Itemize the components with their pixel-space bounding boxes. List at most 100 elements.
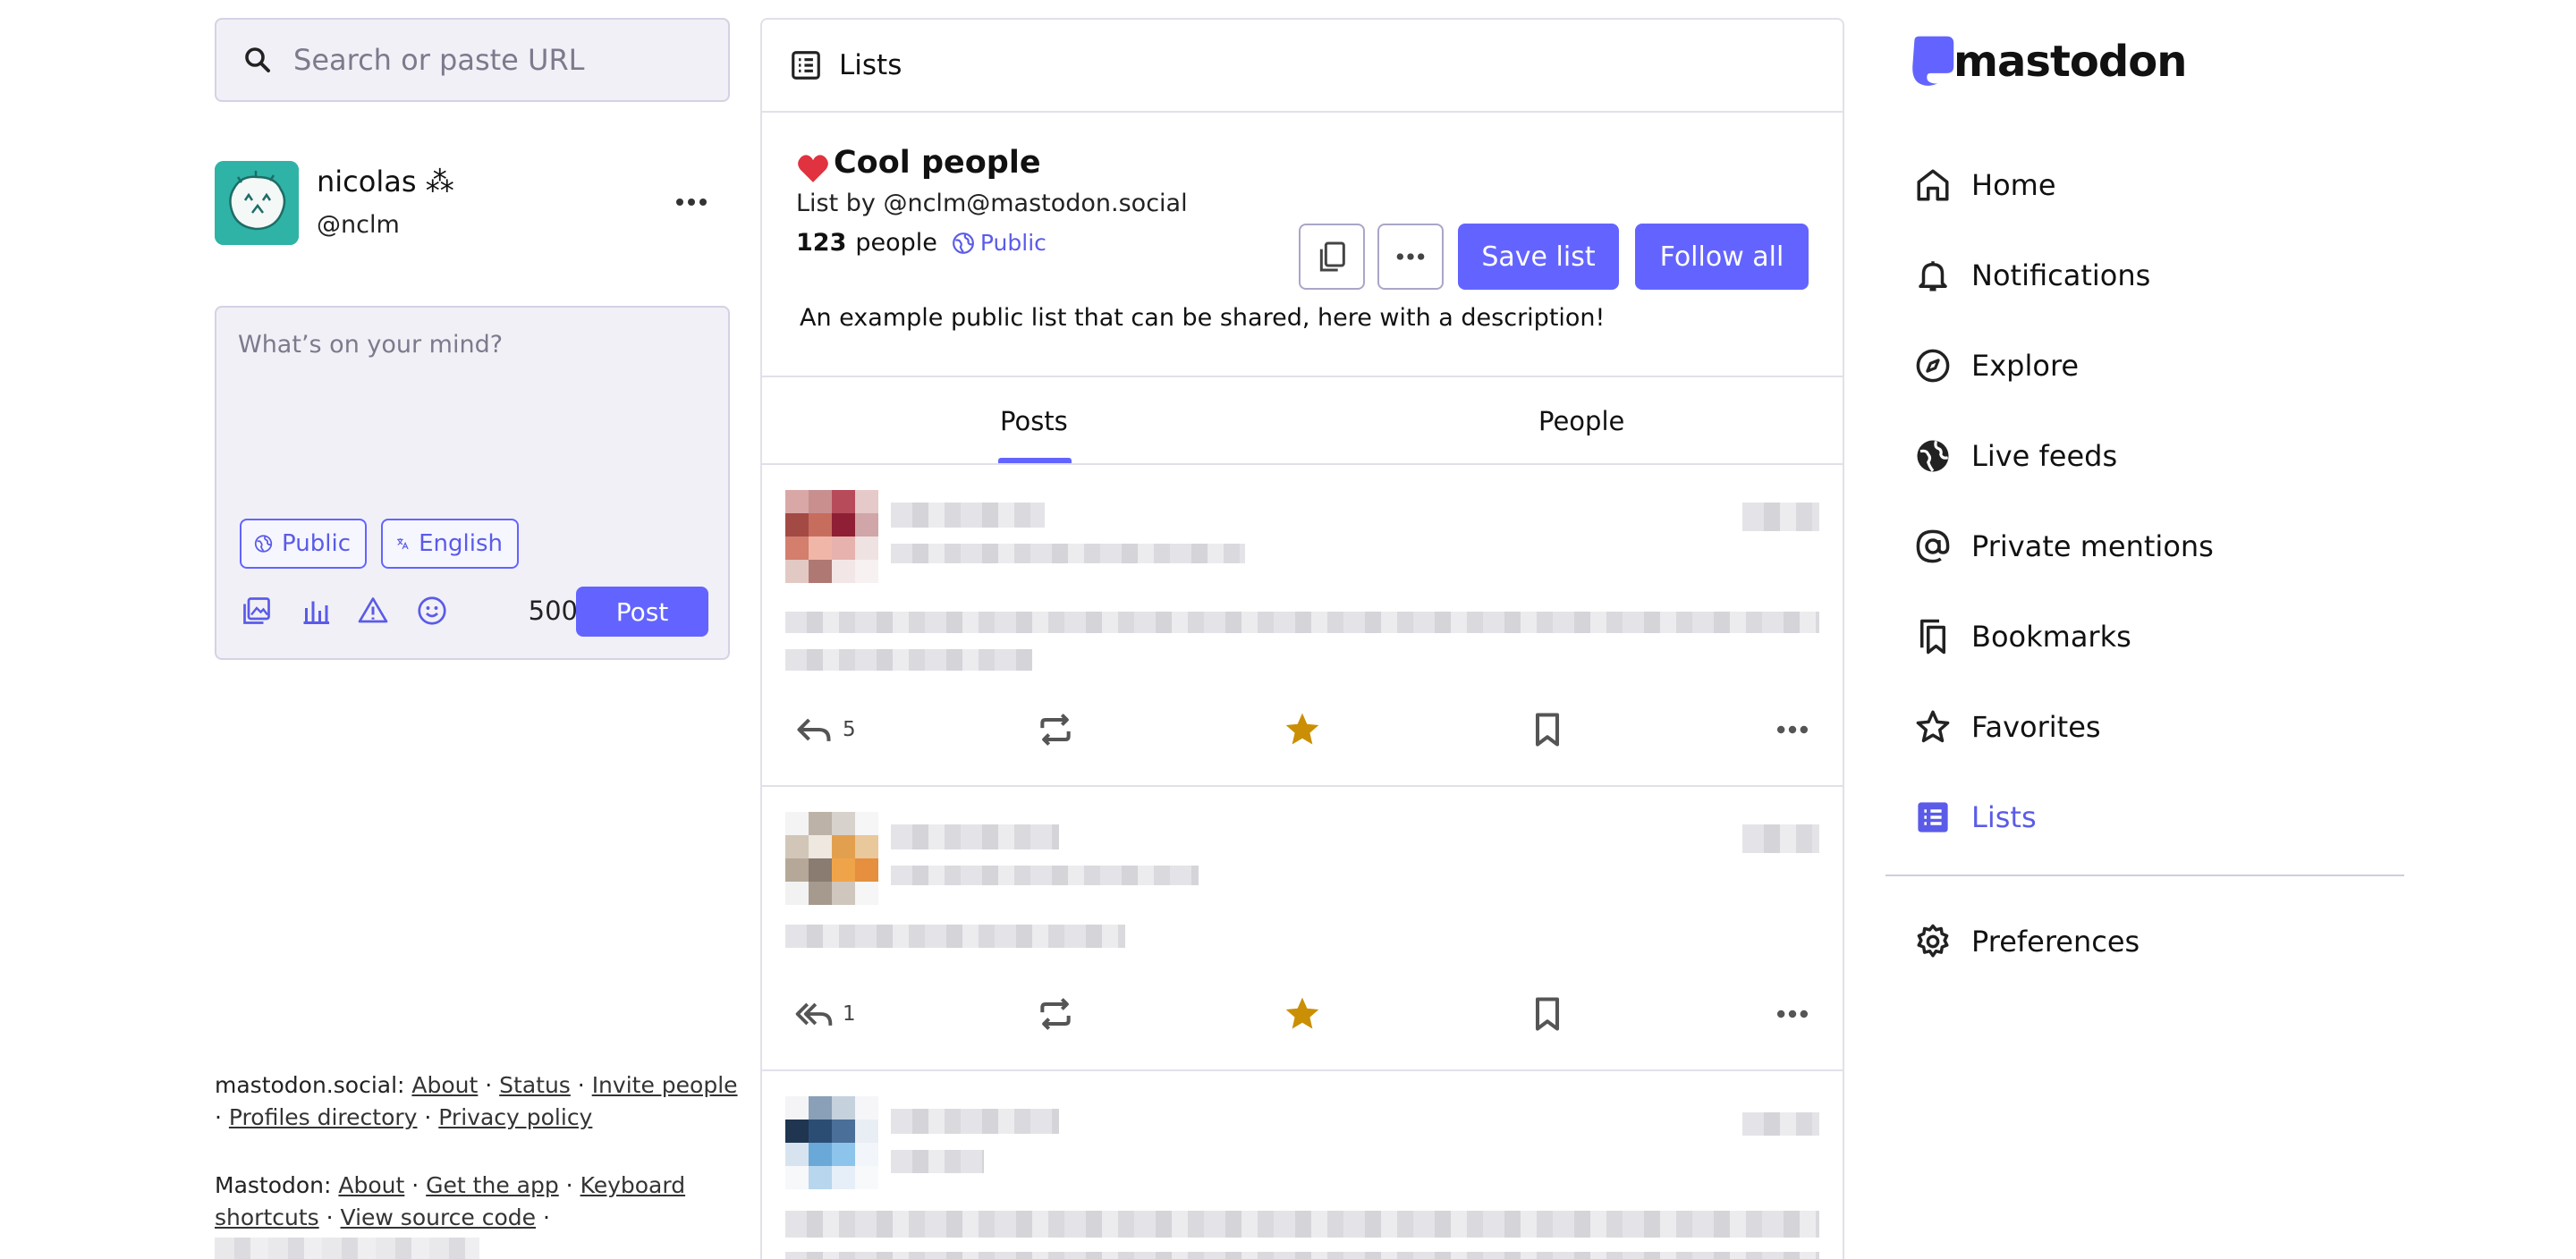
emoji-button[interactable] [413, 592, 451, 630]
redacted-post-text [785, 612, 1819, 633]
list-visibility-label: Public [979, 230, 1046, 256]
search-input[interactable] [293, 43, 705, 77]
member-count: 123 [796, 229, 847, 257]
post-more-button[interactable] [1773, 989, 1812, 1039]
redacted-timestamp [1742, 824, 1819, 853]
nav-item-bookmarks[interactable]: Bookmarks [1914, 591, 2397, 681]
gear-icon [1917, 924, 1949, 957]
server-about-link[interactable]: About [411, 1072, 478, 1098]
privacy-policy-link[interactable]: Privacy policy [438, 1104, 592, 1130]
nav-item-favorites[interactable]: Favorites [1914, 681, 2397, 772]
globe-icon [952, 232, 974, 254]
profiles-directory-link[interactable]: Profiles directory [229, 1104, 418, 1130]
server-name: mastodon.social [215, 1072, 398, 1098]
get-app-link[interactable]: Get the app [426, 1172, 559, 1198]
account-menu-button[interactable] [669, 184, 714, 220]
nav-item-private-mentions[interactable]: Private mentions [1914, 501, 2397, 591]
redacted-post-text [785, 1211, 1819, 1238]
boost-button[interactable] [1036, 989, 1075, 1039]
server-status-link[interactable]: Status [499, 1072, 571, 1098]
list-details: Cool people List by @nclm@mastodon.socia… [762, 113, 1843, 377]
account-handle[interactable]: @nclm [317, 211, 400, 239]
favorite-button[interactable] [1283, 705, 1322, 755]
bookmarks-icon [1920, 619, 1945, 654]
compose-textarea[interactable] [238, 331, 703, 465]
nav-item-preferences[interactable]: Preferences [1914, 896, 2140, 986]
account-display-name[interactable]: nicolas ⁂ [317, 165, 454, 199]
avatar[interactable] [215, 161, 299, 245]
add-poll-button[interactable] [297, 592, 335, 630]
content-warning-button[interactable] [354, 592, 392, 630]
list-meta: 123 people Public [796, 229, 1046, 257]
more-horizontal-icon [1776, 725, 1809, 734]
brand-name: mastodon [1953, 37, 2187, 87]
copy-link-button[interactable] [1299, 224, 1365, 290]
visibility-button[interactable]: Public [240, 519, 367, 569]
nav-label-notifications: Notifications [1971, 258, 2151, 292]
redacted-handle [891, 1150, 984, 1173]
tab-posts[interactable]: Posts [1000, 406, 1068, 436]
bookmark-button[interactable] [1528, 989, 1567, 1039]
avatar[interactable] [785, 1096, 878, 1189]
globe-icon [254, 535, 273, 553]
nav-label-preferences: Preferences [1971, 924, 2140, 959]
nav-item-home[interactable]: Home [1914, 139, 2397, 230]
search-box[interactable] [215, 18, 730, 102]
nav-item-explore[interactable]: Explore [1914, 320, 2397, 410]
at-sign-icon [1916, 529, 1950, 562]
main-navigation: Home Notifications Explore Live feeds Pr… [1914, 139, 2397, 862]
star-icon [1916, 710, 1950, 742]
bookmark-button[interactable] [1528, 705, 1567, 755]
copy-icon [1319, 241, 1345, 272]
favorite-button[interactable] [1283, 989, 1322, 1039]
nav-item-notifications[interactable]: Notifications [1914, 230, 2397, 320]
language-button[interactable]: English [381, 519, 519, 569]
nav-label-private-mentions: Private mentions [1971, 528, 2214, 563]
translate-icon [397, 537, 409, 550]
compose-form: Public English 500 Post [215, 306, 730, 660]
account-header: nicolas ⁂ @nclm [215, 161, 730, 247]
bookmark-icon [1535, 997, 1560, 1031]
follow-all-button[interactable]: Follow all [1635, 224, 1809, 290]
list-more-button[interactable] [1377, 224, 1444, 290]
redacted-version [215, 1238, 479, 1259]
redacted-timestamp [1742, 503, 1819, 531]
avatar[interactable] [785, 812, 878, 905]
list-title: Cool people [834, 145, 1041, 181]
list-icon [1918, 801, 1948, 832]
post-actions: 5 [762, 705, 1843, 758]
post-actions: 1 [762, 989, 1843, 1043]
globe-icon [1917, 440, 1949, 472]
nav-item-lists[interactable]: Lists [1914, 772, 2397, 862]
nav-label-live-feeds: Live feeds [1971, 438, 2118, 473]
post-item[interactable]: 5 [762, 465, 1843, 787]
reply-all-icon [795, 1002, 833, 1026]
mastodon-about-link[interactable]: About [338, 1172, 404, 1198]
reply-button[interactable]: 5 [794, 705, 856, 755]
save-list-button[interactable]: Save list [1458, 224, 1619, 290]
mastodon-logo[interactable]: mastodon [1905, 34, 2187, 89]
invite-people-link[interactable]: Invite people [592, 1072, 738, 1098]
post-button[interactable]: Post [576, 587, 708, 637]
bookmark-icon [1535, 713, 1560, 747]
post-more-button[interactable] [1773, 705, 1812, 755]
bell-icon [1919, 260, 1947, 291]
tab-people[interactable]: People [1538, 406, 1624, 436]
add-media-button[interactable] [238, 592, 275, 630]
visibility-label: Public [282, 530, 351, 557]
reply-all-button[interactable]: 1 [794, 989, 856, 1039]
nav-label-bookmarks: Bookmarks [1971, 619, 2131, 654]
list-tabs: Posts People [762, 377, 1843, 465]
nav-item-live-feeds[interactable]: Live feeds [1914, 410, 2397, 501]
list-byline[interactable]: List by @nclm@mastodon.social [796, 190, 1188, 217]
avatar[interactable] [785, 490, 878, 583]
post-item[interactable] [762, 1071, 1843, 1259]
nav-label-home: Home [1971, 167, 2056, 202]
boost-button[interactable] [1036, 705, 1075, 755]
footer-links: mastodon.social: About · Status · Invite… [215, 1069, 742, 1259]
reply-count: 5 [843, 718, 856, 741]
view-source-link[interactable]: View source code [341, 1204, 537, 1230]
character-counter: 500 [528, 596, 578, 626]
list-icon [792, 51, 820, 80]
post-item[interactable]: 1 [762, 787, 1843, 1071]
